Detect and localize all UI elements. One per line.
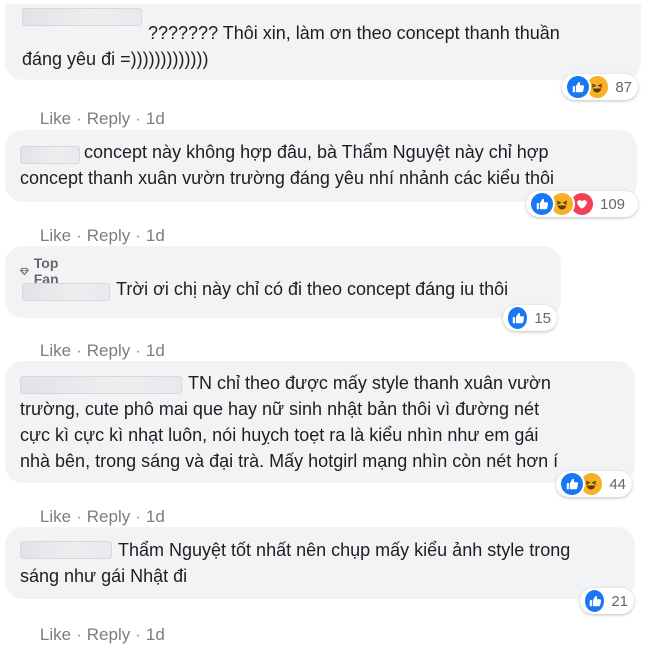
reaction-count: 109 <box>600 195 626 213</box>
like-icon <box>506 305 530 331</box>
timestamp[interactable]: 1d <box>146 341 165 360</box>
like-icon <box>559 471 585 497</box>
separator: · <box>135 109 141 128</box>
reaction-count: 15 <box>534 309 551 327</box>
reply-button[interactable]: Reply <box>87 507 130 526</box>
comment-text-line: đáng yêu đi =))))))))))))) <box>22 49 209 69</box>
like-button[interactable]: Like <box>40 109 71 128</box>
comment-1: ??????? Thôi xin, làm ơn theo concept th… <box>0 0 660 128</box>
reaction-count: 44 <box>609 475 626 493</box>
separator: · <box>135 507 141 526</box>
comment-text-line: concept thanh xuân vườn trường đáng yêu … <box>20 168 555 188</box>
redacted-author-name <box>22 283 110 301</box>
reaction-summary[interactable]: 15 <box>503 305 557 331</box>
like-button[interactable]: Like <box>40 226 71 245</box>
reaction-count: 87 <box>615 78 632 96</box>
redacted-author-name <box>20 541 112 559</box>
reaction-summary[interactable]: 21 <box>580 588 634 614</box>
timestamp[interactable]: 1d <box>146 507 165 526</box>
comment-text-line: sáng như gái Nhật đi <box>20 566 188 586</box>
reaction-count: 21 <box>611 592 628 610</box>
reaction-summary[interactable]: 109 <box>526 191 638 217</box>
comment-text-line: ??????? Thôi xin, làm ơn theo concept th… <box>148 23 560 43</box>
comment-text-line: Trời ơi chị này chỉ có đi theo concept đ… <box>116 279 509 299</box>
diamond-icon <box>20 267 29 275</box>
timestamp[interactable]: 1d <box>146 625 165 644</box>
reply-button[interactable]: Reply <box>87 109 130 128</box>
separator: · <box>135 341 141 360</box>
like-icon <box>583 588 607 614</box>
separator: · <box>76 507 82 526</box>
reply-button[interactable]: Reply <box>87 625 130 644</box>
timestamp[interactable]: 1d <box>146 109 165 128</box>
comment-text-line: concept này không hợp đâu, bà Thẩm Nguyệ… <box>84 142 549 162</box>
like-button[interactable]: Like <box>40 507 71 526</box>
redacted-author-name <box>22 8 142 26</box>
timestamp[interactable]: 1d <box>146 226 165 245</box>
reaction-summary[interactable]: 87 <box>562 74 638 100</box>
comment-text-line: cực kì cực kì nhạt luôn, nói huỵch toẹt … <box>20 425 539 445</box>
separator: · <box>76 625 82 644</box>
separator: · <box>135 226 141 245</box>
comment-text-line: TN chỉ theo được mấy style thanh xuân vư… <box>188 373 551 393</box>
separator: · <box>76 226 82 245</box>
comment-actions: Like · Reply · 1d <box>21 605 165 665</box>
separator: · <box>76 109 82 128</box>
like-button[interactable]: Like <box>40 341 71 360</box>
comment-text-line: trường, cute phô mai que hay nữ sinh nhậ… <box>20 399 540 419</box>
like-button[interactable]: Like <box>40 625 71 644</box>
comment-text-line: nhà bên, trong sáng và đại trà. Mấy hotg… <box>20 451 559 471</box>
separator: · <box>76 341 82 360</box>
comment-text-line: Thẩm Nguyệt tốt nhất nên chụp mấy kiểu ả… <box>118 540 571 560</box>
like-icon <box>529 191 555 217</box>
redacted-author-name <box>20 376 182 394</box>
reaction-summary[interactable]: 44 <box>556 471 632 497</box>
redacted-author-name <box>20 146 80 164</box>
like-icon <box>565 74 591 100</box>
separator: · <box>135 625 141 644</box>
reply-button[interactable]: Reply <box>87 341 130 360</box>
reply-button[interactable]: Reply <box>87 226 130 245</box>
